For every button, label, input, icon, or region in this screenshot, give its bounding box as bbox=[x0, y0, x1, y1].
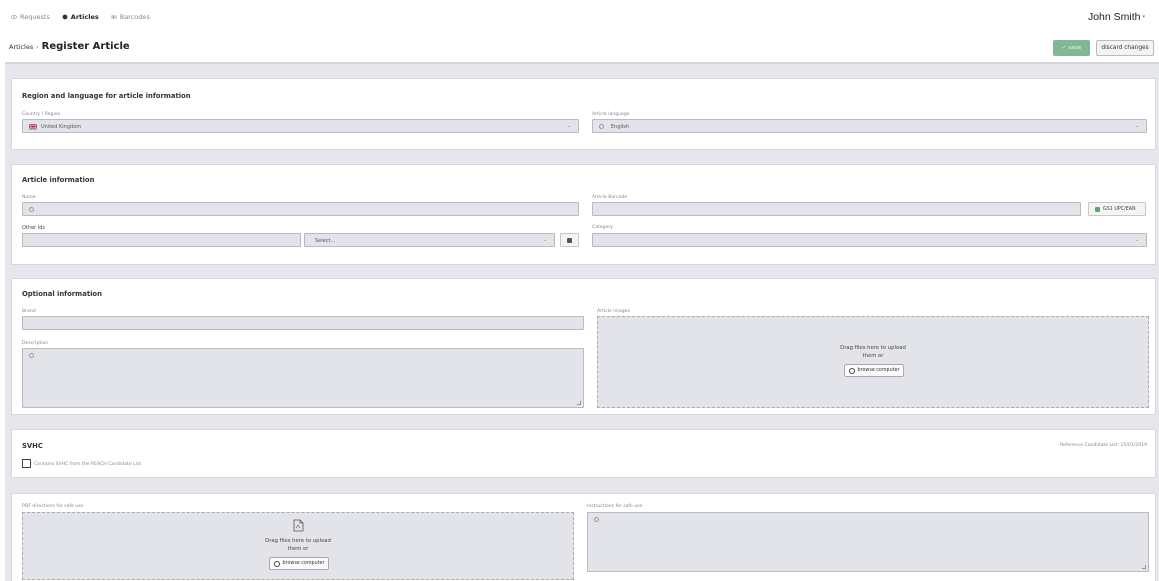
brand-field[interactable] bbox=[22, 316, 584, 330]
language-value: English bbox=[611, 123, 630, 130]
category-label: Category bbox=[592, 225, 613, 230]
uk-flag-icon bbox=[29, 124, 37, 130]
other-ids-type-select[interactable]: Select... ⌄ bbox=[304, 233, 555, 247]
description-textarea[interactable] bbox=[22, 348, 584, 408]
other-ids-label: Other Ids bbox=[22, 225, 46, 231]
user-menu[interactable]: John Smith ▾ bbox=[1088, 11, 1145, 23]
gs1-label: GS1 UPC/EAN bbox=[1103, 206, 1136, 212]
barcode-icon bbox=[111, 15, 117, 19]
svhc-title: SVHC bbox=[22, 442, 43, 450]
globe-icon bbox=[599, 124, 604, 129]
nav-item-label: Barcodes bbox=[119, 13, 150, 21]
browse-computer-button[interactable]: browse computer bbox=[844, 364, 904, 377]
optional-card-title: Optional information bbox=[22, 290, 102, 298]
pdf-dropzone[interactable]: Drag files here to upload them or browse… bbox=[22, 512, 574, 580]
globe-icon bbox=[29, 353, 34, 358]
upload-icon bbox=[848, 367, 855, 374]
save-button[interactable]: ✓ save bbox=[1053, 40, 1090, 56]
add-icon bbox=[567, 237, 572, 243]
nav-tabs: Requests Articles Barcodes bbox=[11, 13, 150, 21]
globe-icon bbox=[594, 517, 599, 522]
barcode-label: Article Barcode bbox=[592, 195, 628, 200]
browse-label: browse computer bbox=[857, 368, 900, 373]
region-language-card: Region and language for article informat… bbox=[11, 78, 1156, 150]
upload-icon bbox=[273, 560, 280, 567]
article-images-label: Article images bbox=[597, 309, 630, 314]
chevron-down-icon: ⌄ bbox=[1134, 237, 1139, 243]
article-images-dropzone[interactable]: Drag files here to upload them or browse… bbox=[597, 316, 1149, 408]
pdf-directions-label: PDF directions for safe use bbox=[22, 504, 84, 509]
other-ids-select-value: Select... bbox=[315, 237, 336, 244]
browse-computer-button[interactable]: browse computer bbox=[269, 557, 329, 570]
instructions-label: Instructions for safe use bbox=[587, 504, 643, 509]
chevron-down-icon: ⌄ bbox=[566, 123, 571, 129]
article-card-title: Article information bbox=[22, 176, 95, 184]
dropzone-text-2: them or bbox=[862, 353, 884, 359]
pdf-file-icon bbox=[293, 519, 304, 532]
tag-icon bbox=[62, 14, 68, 20]
svhc-card: SVHC Reference Candidate List: 15/01/201… bbox=[11, 429, 1156, 478]
nav-item-articles[interactable]: Articles bbox=[62, 13, 99, 21]
svhc-checkbox[interactable] bbox=[22, 459, 31, 468]
breadcrumb-articles[interactable]: Articles bbox=[9, 43, 33, 51]
language-label: Article language bbox=[592, 112, 630, 117]
country-select[interactable]: United Kingdom ⌄ bbox=[22, 119, 579, 133]
article-information-card: Article information Name Article Barcode… bbox=[11, 164, 1156, 265]
nav-item-requests[interactable]: Requests bbox=[11, 13, 50, 21]
dropzone-text-2: them or bbox=[287, 546, 309, 552]
brand-label: Brand bbox=[22, 309, 36, 314]
check-icon: ✓ bbox=[1061, 45, 1067, 51]
safe-use-card: PDF directions for safe use Drag files h… bbox=[11, 493, 1156, 581]
country-label: Country / Region bbox=[22, 112, 61, 117]
country-value: United Kingdom bbox=[41, 123, 82, 130]
main-content: Region and language for article informat… bbox=[5, 62, 1159, 581]
other-ids-field[interactable] bbox=[22, 233, 301, 247]
globe-icon bbox=[29, 207, 34, 212]
description-label: Description bbox=[22, 341, 49, 346]
user-name: John Smith bbox=[1087, 11, 1141, 23]
checkbox-checked-icon bbox=[1095, 206, 1100, 212]
browse-label: browse computer bbox=[282, 561, 325, 566]
page-title: Register Article bbox=[41, 41, 130, 52]
dropzone-text: Drag files here to upload bbox=[840, 345, 906, 351]
reference-candidate-list: Reference Candidate List: 15/01/2019 bbox=[1059, 443, 1147, 448]
nav-item-label: Articles bbox=[70, 13, 99, 21]
resize-handle[interactable] bbox=[577, 401, 581, 405]
optional-information-card: Optional information Brand Description A… bbox=[11, 278, 1156, 415]
gs1-checkbox[interactable]: GS1 UPC/EAN bbox=[1088, 202, 1146, 216]
add-id-button[interactable] bbox=[560, 233, 579, 247]
language-select[interactable]: English ⌄ bbox=[592, 119, 1147, 133]
top-nav: Requests Articles Barcodes John Smith ▾ bbox=[0, 0, 1159, 34]
article-barcode-field[interactable] bbox=[592, 202, 1081, 216]
nav-item-label: Requests bbox=[20, 13, 50, 21]
svhc-checkbox-label: Contains SVHC from the REACH Candidate L… bbox=[34, 462, 142, 467]
chevron-down-icon: ⌄ bbox=[1134, 123, 1139, 129]
eye-icon bbox=[11, 15, 17, 19]
name-field[interactable] bbox=[22, 202, 579, 216]
region-card-title: Region and language for article informat… bbox=[22, 92, 191, 100]
discard-changes-button[interactable]: discard changes bbox=[1096, 40, 1154, 56]
nav-item-barcodes[interactable]: Barcodes bbox=[111, 13, 150, 21]
chevron-down-icon: ▾ bbox=[1142, 14, 1145, 20]
instructions-textarea[interactable] bbox=[587, 512, 1149, 572]
dropzone-text: Drag files here to upload bbox=[265, 538, 331, 544]
category-select[interactable]: ⌄ bbox=[592, 233, 1147, 247]
breadcrumb-separator: › bbox=[36, 44, 39, 51]
title-bar: Articles › Register Article ✓ save disca… bbox=[0, 34, 1159, 62]
resize-handle[interactable] bbox=[1142, 565, 1146, 569]
breadcrumb: Articles › Register Article bbox=[9, 41, 130, 52]
chevron-down-icon: ⌄ bbox=[542, 237, 547, 243]
save-label: save bbox=[1068, 45, 1082, 51]
name-label: Name bbox=[22, 195, 36, 200]
